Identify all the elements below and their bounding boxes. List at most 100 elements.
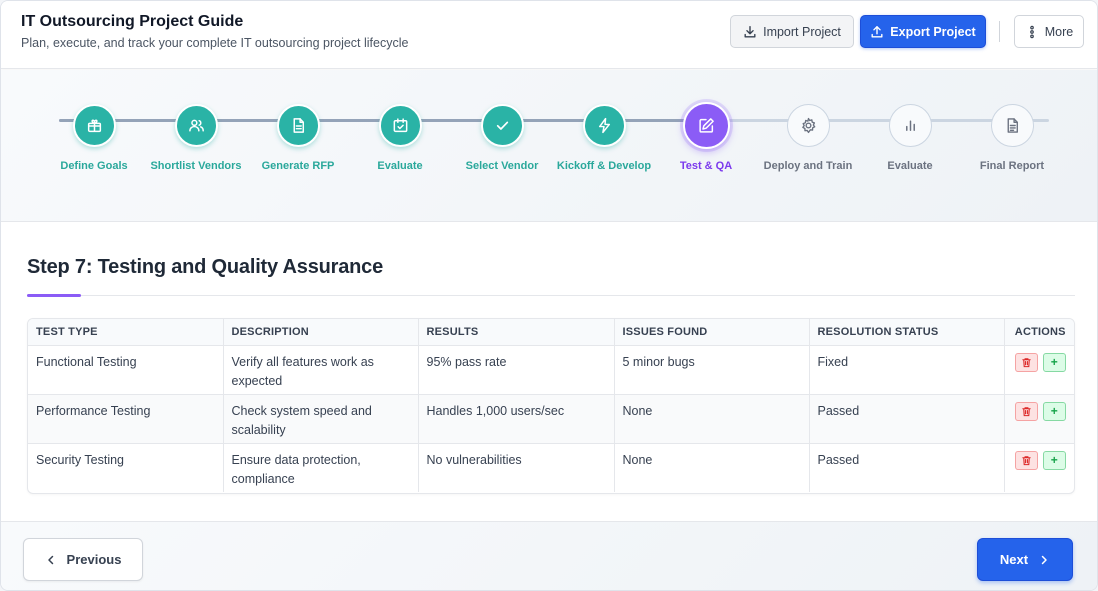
step-label: Shortlist Vendors: [150, 160, 242, 172]
step-select-vendor[interactable]: Select Vendor: [452, 104, 552, 173]
step-label: Evaluate: [377, 160, 423, 172]
cell-issues-found[interactable]: None: [614, 394, 810, 444]
export-project-button[interactable]: Export Project: [860, 15, 986, 48]
delete-row-button[interactable]: [1014, 352, 1038, 372]
step-test-qa[interactable]: Test & QA: [656, 102, 756, 173]
next-label: Next: [999, 552, 1029, 567]
export-project-label: Export Project: [890, 24, 976, 39]
cell-resolution-status[interactable]: Passed: [809, 394, 1005, 444]
cell-actions: +: [1004, 394, 1074, 444]
footer-nav: Previous Next: [1, 521, 1097, 590]
column-header-actions: ACTIONS: [1004, 319, 1074, 346]
progress-stepper: Define Goals Shortlist Vendors Generate …: [1, 70, 1097, 222]
step-circle: [682, 102, 730, 149]
check-icon: [494, 117, 511, 134]
users-icon: [188, 117, 205, 134]
download-icon: [743, 25, 757, 39]
step-circle: [480, 104, 524, 147]
section-title: Step 7: Testing and Quality Assurance: [27, 256, 384, 278]
add-row-button[interactable]: +: [1042, 401, 1066, 421]
delete-row-button[interactable]: [1014, 450, 1038, 470]
step-circle: [378, 104, 422, 147]
more-vertical-icon: [1025, 25, 1039, 39]
step-label: Kickoff & Develop: [556, 160, 652, 172]
more-label: More: [1044, 24, 1074, 39]
bar-chart-icon: [902, 117, 919, 134]
import-project-label: Import Project: [763, 24, 841, 39]
delete-row-button[interactable]: [1014, 401, 1038, 421]
chevron-left-icon: [45, 554, 57, 566]
table-row: Security Testing Ensure data protection,…: [28, 443, 1074, 492]
table-row: Performance Testing Check system speed a…: [28, 394, 1074, 444]
cell-results[interactable]: 95% pass rate: [418, 345, 615, 395]
column-header-resolution-status: RESOLUTION STATUS: [809, 319, 1005, 346]
step-label: Define Goals: [60, 160, 128, 172]
calendar-check-icon: [392, 117, 409, 134]
step-circle: [174, 104, 218, 147]
cell-issues-found[interactable]: 5 minor bugs: [614, 345, 810, 395]
cell-results[interactable]: No vulnerabilities: [418, 443, 615, 492]
step-label: Generate RFP: [261, 160, 335, 172]
testing-table: TEST TYPE DESCRIPTION RESULTS ISSUES FOU…: [27, 318, 1075, 494]
cell-resolution-status[interactable]: Fixed: [809, 345, 1005, 395]
document-icon: [290, 117, 307, 134]
cell-test-type[interactable]: Functional Testing: [28, 345, 224, 395]
step-label: Select Vendor: [465, 160, 539, 172]
cell-issues-found[interactable]: None: [614, 443, 810, 492]
cell-actions: +: [1004, 345, 1074, 395]
trash-icon: [1021, 406, 1032, 417]
step-circle: [72, 104, 116, 147]
section-title-rule: [27, 295, 1075, 296]
previous-button[interactable]: Previous: [23, 538, 143, 581]
cell-description[interactable]: Ensure data protection, compliance: [223, 443, 419, 492]
step-define-goals[interactable]: Define Goals: [44, 104, 144, 173]
step-label: Evaluate: [887, 160, 933, 172]
add-row-button[interactable]: +: [1042, 352, 1066, 372]
bolt-icon: [596, 117, 613, 134]
step-circle: [888, 104, 932, 147]
step-evaluate-vendors[interactable]: Evaluate: [350, 104, 450, 173]
step-circle: [276, 104, 320, 147]
app-window: IT Outsourcing Project Guide Plan, execu…: [0, 0, 1098, 591]
step-label: Test & QA: [679, 160, 733, 172]
step-circle: [582, 104, 626, 147]
page-subtitle: Plan, execute, and track your complete I…: [21, 36, 409, 50]
cell-description[interactable]: Check system speed and scalability: [223, 394, 419, 444]
table-header-row: TEST TYPE DESCRIPTION RESULTS ISSUES FOU…: [28, 319, 1074, 346]
cell-actions: +: [1004, 443, 1074, 492]
step-label: Final Report: [979, 160, 1045, 172]
step-evaluate-results[interactable]: Evaluate: [860, 104, 960, 173]
step-deploy-train[interactable]: Deploy and Train: [758, 104, 858, 173]
previous-label: Previous: [66, 552, 122, 567]
more-button[interactable]: More: [1014, 15, 1084, 48]
step-generate-rfp[interactable]: Generate RFP: [248, 104, 348, 173]
column-header-results: RESULTS: [418, 319, 615, 346]
trash-icon: [1021, 455, 1032, 466]
column-header-issues-found: ISSUES FOUND: [614, 319, 810, 346]
upload-icon: [870, 25, 884, 39]
page-title: IT Outsourcing Project Guide: [21, 13, 244, 30]
trash-icon: [1021, 357, 1032, 368]
gear-icon: [800, 117, 817, 134]
table-row: Functional Testing Verify all features w…: [28, 345, 1074, 395]
column-header-description: DESCRIPTION: [223, 319, 419, 346]
step-circle: [990, 104, 1034, 147]
cell-description[interactable]: Verify all features work as expected: [223, 345, 419, 395]
next-button[interactable]: Next: [977, 538, 1073, 581]
cell-test-type[interactable]: Performance Testing: [28, 394, 224, 444]
cell-results[interactable]: Handles 1,000 users/sec: [418, 394, 615, 444]
step-label: Deploy and Train: [763, 160, 853, 172]
import-project-button[interactable]: Import Project: [730, 15, 854, 48]
step-final-report[interactable]: Final Report: [962, 104, 1062, 173]
main-content: Step 7: Testing and Quality Assurance TE…: [1, 223, 1097, 521]
step-kickoff-develop[interactable]: Kickoff & Develop: [554, 104, 654, 173]
section-title-accent: [27, 294, 81, 297]
cell-test-type[interactable]: Security Testing: [28, 443, 224, 492]
step-circle: [786, 104, 830, 147]
report-icon: [1004, 117, 1021, 134]
cell-resolution-status[interactable]: Passed: [809, 443, 1005, 492]
add-row-button[interactable]: +: [1042, 450, 1066, 470]
column-header-test-type: TEST TYPE: [28, 319, 224, 346]
step-shortlist-vendors[interactable]: Shortlist Vendors: [146, 104, 246, 173]
gift-icon: [86, 117, 103, 134]
